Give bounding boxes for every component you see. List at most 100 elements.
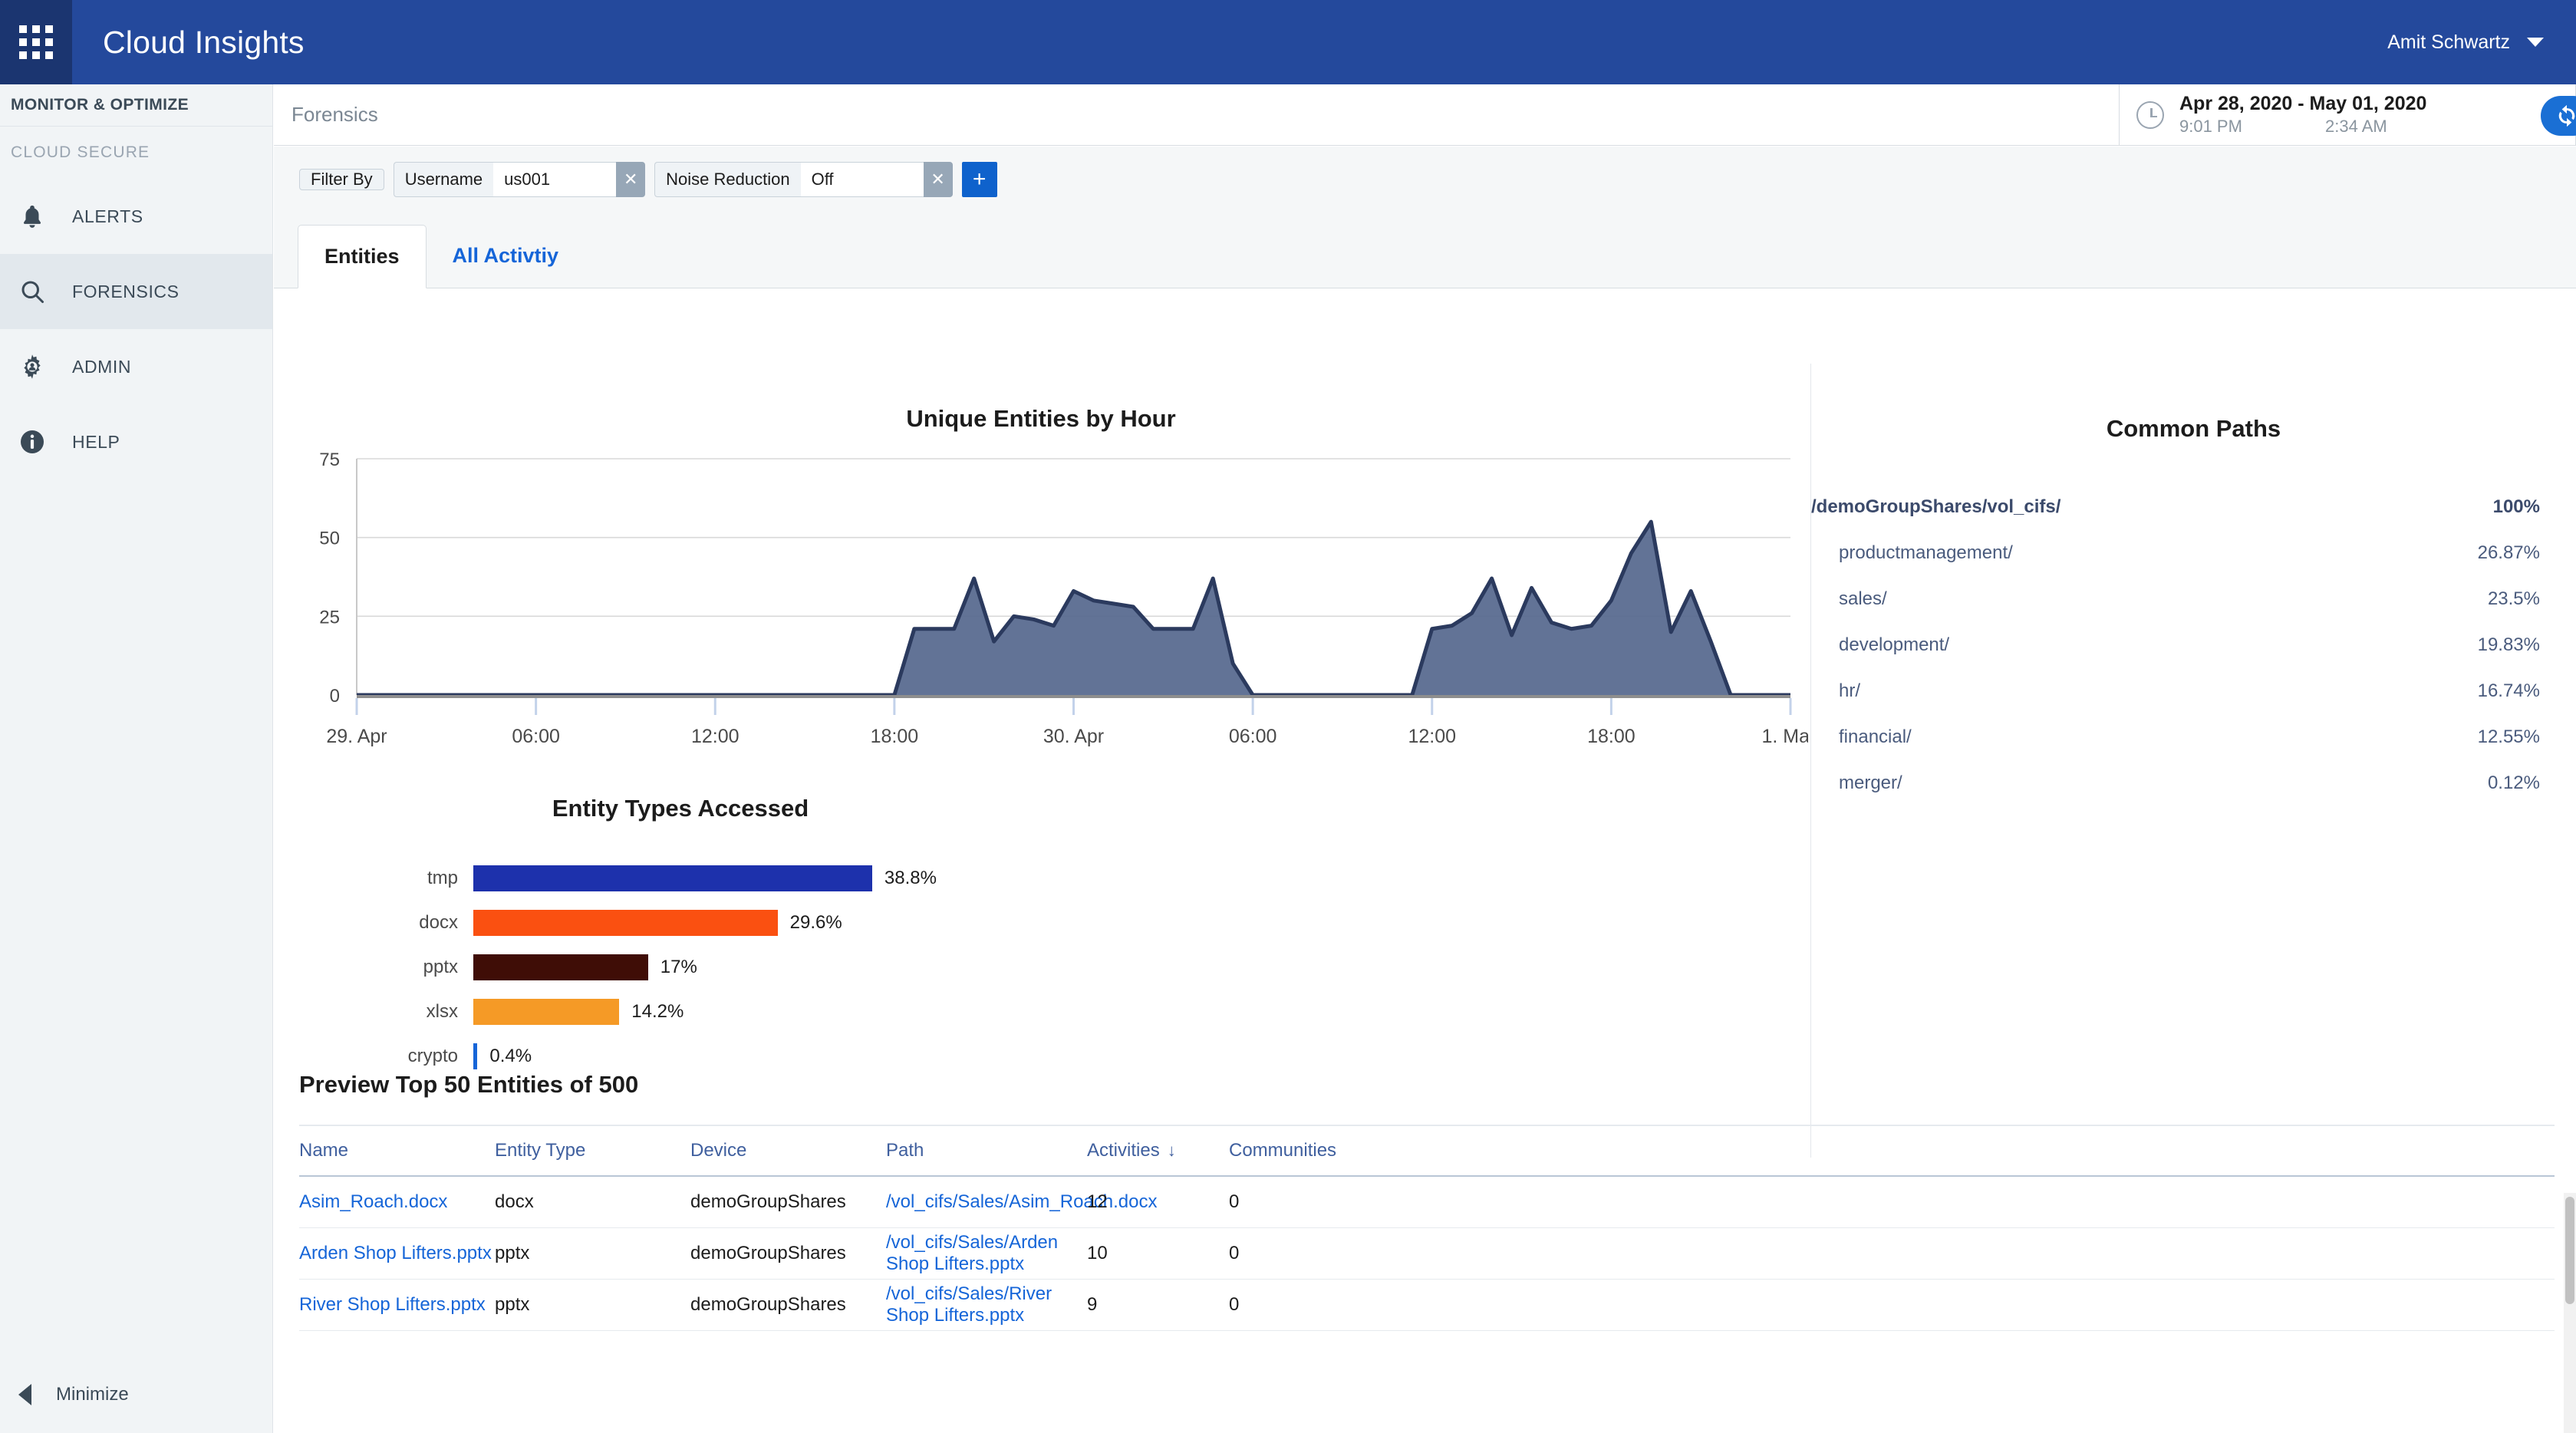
gear-icon bbox=[15, 353, 49, 380]
filter-bar: Filter By Username us001 ✕ Noise Reducti… bbox=[274, 147, 2576, 212]
page-title: Preview Top 50 Entities of 500 bbox=[299, 1071, 639, 1098]
table-row[interactable]: Asim_Roach.docx docx demoGroupShares/vol_c… bbox=[299, 1177, 2555, 1228]
bar-row: tmp 38.8% bbox=[335, 856, 1256, 901]
common-path-percent: 19.83% bbox=[2477, 634, 2540, 655]
column-header-name[interactable]: Name bbox=[299, 1140, 495, 1161]
app-title: Cloud Insights bbox=[103, 24, 305, 60]
filter-chip-noise-reduction[interactable]: Noise Reduction Off ✕ bbox=[654, 162, 953, 197]
svg-text:12:00: 12:00 bbox=[1408, 726, 1456, 747]
svg-text:18:00: 18:00 bbox=[1587, 726, 1636, 747]
column-header-activities[interactable]: Activities ↓ bbox=[1087, 1140, 1229, 1161]
sidebar-item-label: FORENSICS bbox=[72, 281, 180, 301]
bar-value-label: 14.2% bbox=[631, 1001, 684, 1022]
svg-text:29. Apr: 29. Apr bbox=[326, 726, 387, 747]
bar-value-label: 29.6% bbox=[789, 912, 842, 933]
chevron-left-icon bbox=[18, 1384, 31, 1405]
cell-device: demoGroupShares bbox=[690, 1191, 846, 1212]
bar-label: tmp bbox=[427, 868, 458, 888]
column-header-device[interactable]: Device bbox=[690, 1140, 886, 1161]
cell-path[interactable]: /vol_cifs/Sales/Arden Shop Lifters.pptx bbox=[886, 1232, 1087, 1275]
cell-activities: 10 bbox=[1087, 1243, 1108, 1263]
sidebar-item-label: ADMIN bbox=[72, 356, 132, 377]
bar-row: xlsx 14.2% bbox=[335, 990, 1256, 1034]
table-body: Asim_Roach.docx docx demoGroupShares/vol_c… bbox=[299, 1177, 2555, 1331]
common-path-row[interactable]: productmanagement/26.87% bbox=[1811, 530, 2576, 576]
common-path-percent: 26.87% bbox=[2477, 542, 2540, 563]
refresh-button[interactable] bbox=[2541, 96, 2576, 136]
common-path-name: hr/ bbox=[1839, 680, 1861, 701]
date-range-picker[interactable]: Apr 28, 2020 - May 01, 2020 9:01 PM 2:34… bbox=[2119, 84, 2576, 146]
bar-label: xlsx bbox=[426, 1001, 458, 1022]
sidebar-item-admin[interactable]: ADMIN bbox=[0, 329, 272, 404]
column-header-path[interactable]: Path bbox=[886, 1140, 1087, 1161]
tab-entities[interactable]: Entities bbox=[298, 225, 427, 288]
sidebar-item-forensics[interactable]: FORENSICS bbox=[0, 254, 272, 329]
table-row[interactable]: Arden Shop Lifters.pptx pptx demoGroupShar… bbox=[299, 1228, 2555, 1280]
filter-value-input[interactable]: Off bbox=[800, 162, 924, 197]
bar-fill bbox=[473, 954, 648, 980]
table-row[interactable]: River Shop Lifters.pptx pptx demoGroupShar… bbox=[299, 1280, 2555, 1331]
cell-activities: 9 bbox=[1087, 1294, 1098, 1315]
common-path-row[interactable]: sales/23.5% bbox=[1811, 576, 2576, 622]
bell-icon bbox=[15, 203, 49, 230]
cell-path[interactable]: /vol_cifs/Sales/Asim_Roach.docx bbox=[886, 1191, 1157, 1213]
cell-path[interactable]: /vol_cifs/Sales/River Shop Lifters.pptx bbox=[886, 1283, 1087, 1326]
arrow-down-icon: ↓ bbox=[1167, 1141, 1176, 1160]
bar-row: docx 29.6% bbox=[335, 901, 1256, 945]
cell-name[interactable]: Arden Shop Lifters.pptx bbox=[299, 1243, 495, 1264]
cell-name[interactable]: River Shop Lifters.pptx bbox=[299, 1294, 495, 1316]
column-header-activities-label: Activities bbox=[1087, 1140, 1160, 1161]
user-menu[interactable]: Amit Schwartz bbox=[2387, 31, 2576, 54]
clock-icon bbox=[2136, 100, 2164, 129]
chevron-down-icon bbox=[2527, 38, 2544, 47]
tab-all-activity[interactable]: All Activtiy bbox=[427, 224, 585, 288]
date-range-start-time: 9:01 PM bbox=[2179, 117, 2242, 136]
sidebar-item-alerts[interactable]: ALERTS bbox=[0, 179, 272, 254]
bar-fill bbox=[473, 1043, 478, 1069]
close-icon[interactable]: ✕ bbox=[923, 162, 953, 197]
app-launcher-button[interactable] bbox=[0, 0, 72, 84]
common-path-row[interactable]: /demoGroupShares/vol_cifs/100% bbox=[1811, 484, 2576, 530]
common-path-row[interactable]: hr/16.74% bbox=[1811, 668, 2576, 714]
top-bar: Cloud Insights Amit Schwartz bbox=[0, 0, 2576, 84]
filter-value-input[interactable]: us001 bbox=[493, 162, 617, 197]
chart-title-unique-entities: Unique Entities by Hour bbox=[906, 405, 1176, 432]
sidebar-item-label: ALERTS bbox=[72, 206, 143, 226]
bar-label: pptx bbox=[423, 957, 458, 977]
common-path-percent: 23.5% bbox=[2487, 588, 2540, 609]
column-header-entity-type[interactable]: Entity Type bbox=[495, 1140, 690, 1161]
bar-fill bbox=[473, 910, 778, 936]
vertical-scrollbar-thumb[interactable] bbox=[2565, 1197, 2574, 1304]
svg-text:1. May: 1. May bbox=[1761, 726, 1808, 747]
column-header-communities[interactable]: Communities bbox=[1229, 1140, 1398, 1161]
filter-chip-username[interactable]: Username us001 ✕ bbox=[393, 162, 646, 197]
common-path-name: merger/ bbox=[1839, 773, 1902, 793]
date-range-end-time: 2:34 AM bbox=[2325, 117, 2387, 136]
bar-value-label: 38.8% bbox=[884, 868, 937, 888]
cell-device: demoGroupShares bbox=[690, 1243, 846, 1263]
cell-device: demoGroupShares bbox=[690, 1294, 846, 1315]
filter-by-button[interactable]: Filter By bbox=[299, 169, 384, 190]
bar-value-label: 17% bbox=[660, 957, 697, 977]
svg-text:30. Apr: 30. Apr bbox=[1043, 726, 1104, 747]
cell-communities: 0 bbox=[1229, 1294, 1240, 1315]
filter-key[interactable]: Noise Reduction bbox=[654, 162, 801, 197]
common-path-row[interactable]: merger/0.12% bbox=[1811, 760, 2576, 806]
svg-text:25: 25 bbox=[319, 607, 340, 628]
cell-name[interactable]: Asim_Roach.docx bbox=[299, 1191, 495, 1213]
filter-key[interactable]: Username bbox=[393, 162, 494, 197]
bar-track: 14.2% bbox=[473, 999, 684, 1025]
minimize-label: Minimize bbox=[56, 1384, 129, 1405]
add-filter-button[interactable]: + bbox=[961, 162, 997, 197]
content-area: Unique Entities by Hour 0 25 50 75 29. Apr 06… bbox=[274, 288, 2576, 1433]
close-icon[interactable]: ✕ bbox=[616, 162, 646, 197]
sidebar-item-help[interactable]: HELP bbox=[0, 404, 272, 479]
svg-text:0: 0 bbox=[330, 686, 340, 707]
minimize-button[interactable]: Minimize bbox=[0, 1356, 273, 1433]
svg-text:12:00: 12:00 bbox=[691, 726, 740, 747]
tab-bar: Entities All Activtiy bbox=[274, 212, 2576, 288]
common-path-row[interactable]: development/19.83% bbox=[1811, 622, 2576, 668]
refresh-icon bbox=[2558, 104, 2575, 127]
bar-fill bbox=[473, 999, 620, 1025]
common-path-row[interactable]: financial/12.55% bbox=[1811, 714, 2576, 760]
